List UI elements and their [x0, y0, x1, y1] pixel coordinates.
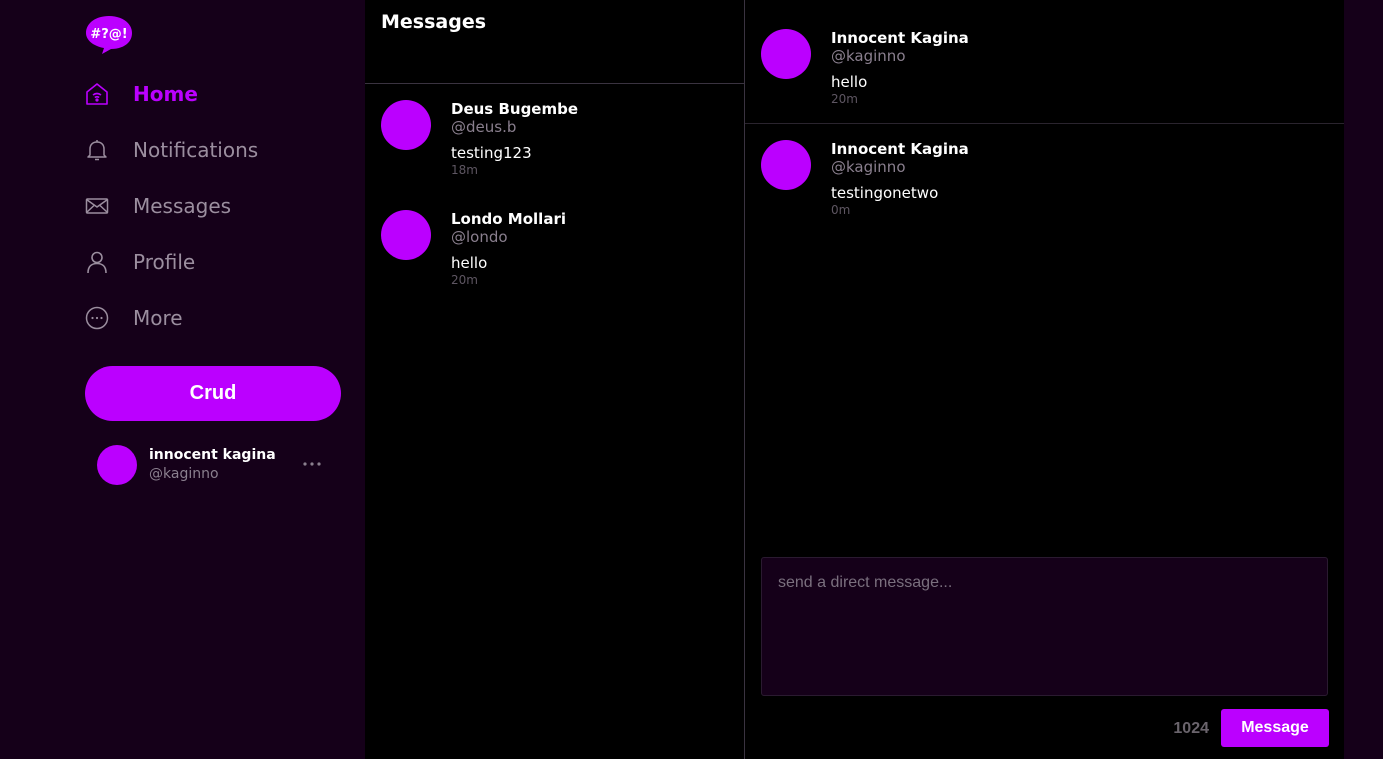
conversation-name: Deus Bugembe — [451, 100, 579, 118]
conversation-time: 20m — [451, 273, 478, 287]
current-user-name: innocent kagina — [149, 447, 276, 463]
page-title: Messages — [381, 11, 487, 33]
messages-list-panel: Messages Deus Bugembe @deus.b testing123… — [365, 0, 745, 759]
more-horizontal-icon[interactable] — [300, 454, 324, 474]
logo-text: #?@! — [90, 27, 127, 42]
sidebar-item-label: Messages — [133, 194, 232, 218]
sidebar-item-home[interactable]: Home — [85, 76, 198, 112]
conversation-time: 18m — [451, 163, 478, 177]
sidebar-item-notifications[interactable]: Notifications — [85, 132, 258, 168]
bell-icon — [85, 138, 109, 162]
avatar — [381, 210, 431, 260]
message-thread-panel: Innocent Kagina @kaginno hello 20m Innoc… — [745, 0, 1344, 759]
avatar — [381, 100, 431, 150]
right-gutter — [1344, 0, 1383, 759]
conversation-last-message: hello — [451, 254, 488, 272]
sidebar-item-label: More — [133, 306, 183, 330]
thread-message: Innocent Kagina @kaginno testingonetwo 0… — [745, 140, 1344, 250]
avatar — [761, 29, 811, 79]
conversation-item[interactable]: Deus Bugembe @deus.b testing123 18m — [365, 100, 744, 200]
sidebar-item-profile[interactable]: Profile — [85, 244, 195, 280]
direct-message-input[interactable] — [761, 557, 1328, 696]
sidebar-item-label: Home — [133, 82, 198, 106]
conversation-item[interactable]: Londo Mollari @londo hello 20m — [365, 210, 744, 310]
message-text: hello — [831, 73, 868, 91]
sidebar-item-label: Notifications — [133, 138, 259, 162]
conversation-last-message: testing123 — [451, 144, 532, 162]
speech-bubble-logo-icon: #?@! — [86, 16, 132, 54]
character-count: 1024 — [1173, 720, 1209, 737]
conversation-handle: @deus.b — [451, 118, 517, 136]
user-icon — [85, 250, 109, 274]
message-sender-name: Innocent Kagina — [831, 29, 969, 47]
envelope-icon — [85, 194, 109, 218]
divider — [365, 83, 744, 84]
avatar — [761, 140, 811, 190]
conversation-handle: @londo — [451, 228, 508, 246]
app-logo[interactable]: #?@! — [85, 15, 133, 55]
sidebar-item-label: Profile — [133, 250, 196, 274]
current-user-card[interactable]: innocent kagina @kaginno — [97, 445, 337, 485]
send-message-button[interactable]: Message — [1221, 709, 1329, 747]
conversation-name: Londo Mollari — [451, 210, 566, 228]
message-time: 20m — [831, 92, 858, 106]
avatar — [97, 445, 137, 485]
message-time: 0m — [831, 203, 851, 217]
message-sender-handle: @kaginno — [831, 158, 906, 176]
current-user-handle: @kaginno — [149, 466, 219, 482]
sidebar: #?@! Home Notifications Messages Profile… — [0, 0, 365, 759]
more-circle-icon — [85, 306, 109, 330]
home-icon — [85, 82, 109, 106]
sidebar-item-messages[interactable]: Messages — [85, 188, 231, 224]
message-text: testingonetwo — [831, 184, 939, 202]
message-sender-name: Innocent Kagina — [831, 140, 969, 158]
divider — [745, 123, 1344, 124]
message-sender-handle: @kaginno — [831, 47, 906, 65]
sidebar-item-more[interactable]: More — [85, 300, 183, 336]
crud-button[interactable]: Crud — [85, 366, 341, 421]
